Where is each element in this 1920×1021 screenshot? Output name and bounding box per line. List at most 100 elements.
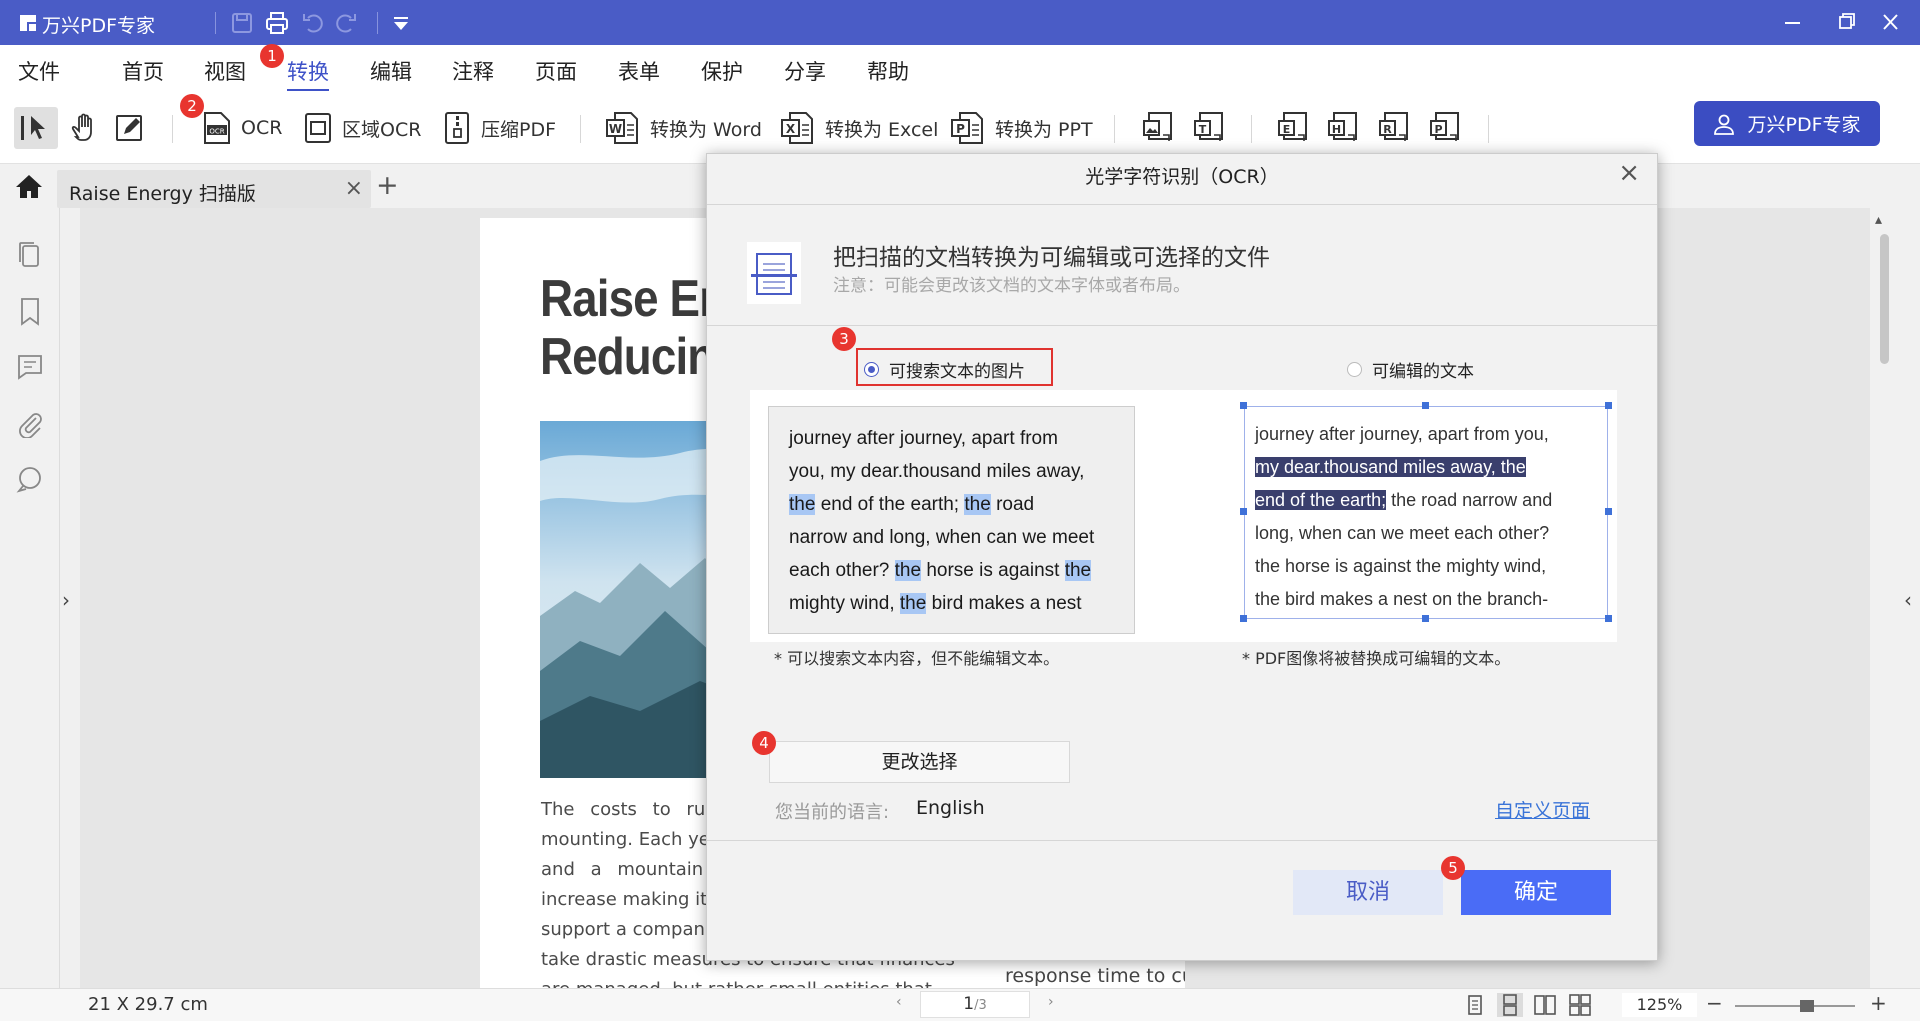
resize-handle [1605, 508, 1612, 515]
zoom-slider[interactable] [1735, 1005, 1855, 1007]
comment-panel-icon[interactable] [15, 352, 45, 382]
to-ppt-label: 转换为 PPT [995, 118, 1093, 141]
left-sidebar [0, 208, 60, 988]
change-selection-button[interactable]: 更改选择 [769, 741, 1070, 783]
ok-button[interactable]: 确定 [1461, 870, 1611, 915]
vertical-scrollbar[interactable]: ▴ [1870, 208, 1920, 988]
divider [377, 12, 378, 34]
page-number-input[interactable]: 1/3 [920, 991, 1030, 1018]
menu-comment[interactable]: 注释 [452, 56, 494, 86]
custom-pages-link[interactable]: 自定义页面 [1495, 796, 1590, 823]
customize-dropdown-icon[interactable] [388, 10, 414, 36]
preview-text: mighty wind, [789, 593, 900, 614]
convert-to-html-icon[interactable]: H [1325, 109, 1363, 147]
scrollbar-thumb[interactable] [1880, 234, 1889, 364]
svg-text:E: E [1283, 123, 1291, 136]
word-icon: W [606, 112, 638, 144]
next-page-icon[interactable]: › [1048, 994, 1054, 1010]
grid-view-icon[interactable] [1567, 993, 1593, 1017]
continuous-view-icon[interactable] [1497, 993, 1523, 1017]
divider [707, 325, 1657, 326]
menu-protect[interactable]: 保护 [701, 56, 743, 86]
menu-share[interactable]: 分享 [784, 56, 826, 86]
status-bar: 21 X 29.7 cm ‹ 1/3 › 125% − + [0, 988, 1920, 1021]
brand-account-button[interactable]: 万兴PDF专家 [1694, 101, 1880, 146]
prev-page-icon[interactable]: ‹ [896, 994, 902, 1010]
divider [580, 115, 581, 143]
divider [707, 204, 1657, 205]
zoom-slider-handle[interactable] [1800, 1000, 1814, 1012]
ppt-icon: P [951, 112, 983, 144]
zoom-level[interactable]: 125% [1622, 993, 1697, 1017]
scroll-up-icon[interactable]: ▴ [1875, 212, 1882, 228]
convert-to-ppt-button[interactable]: P 转换为 PPT [950, 111, 1093, 145]
preview-text: you, my dear.thousand miles away, [789, 461, 1085, 482]
svg-text:R: R [1383, 123, 1392, 136]
compress-pdf-button[interactable]: 压缩PDF [442, 111, 556, 145]
title-bar: 万兴PDF专家 [0, 0, 1920, 45]
resize-handle [1240, 615, 1247, 622]
preview-line: journey after journey, apart from you, [1255, 418, 1601, 451]
option-editable-text[interactable]: 可编辑的文本 [1347, 354, 1474, 384]
zoom-out-icon[interactable]: − [1706, 991, 1723, 1015]
preview-line: the bird makes a nest on the branch- [1255, 583, 1601, 616]
convert-to-text-icon[interactable]: T [1191, 109, 1229, 147]
convert-to-rtf-icon[interactable]: R [1376, 109, 1414, 147]
menu-edit[interactable]: 编辑 [370, 56, 412, 86]
menu-page[interactable]: 页面 [535, 56, 577, 86]
bookmark-icon[interactable] [15, 296, 45, 326]
menu-home[interactable]: 首页 [122, 56, 164, 86]
preview-text: each other? [789, 560, 895, 581]
ocr-button[interactable]: OCR OCR [202, 111, 282, 145]
menu-bar: 文件 首页 视图 转换 编辑 注释 页面 表单 保护 分享 帮助 [0, 45, 1920, 91]
redo-icon[interactable] [333, 10, 359, 36]
area-ocr-button[interactable]: 区域OCR [303, 111, 421, 145]
restore-icon[interactable] [1826, 8, 1866, 36]
edit-icon[interactable] [111, 109, 149, 147]
close-window-icon[interactable] [1870, 8, 1910, 36]
new-tab-icon[interactable]: + [376, 172, 399, 200]
preview-line: journey after journey, apart from [789, 422, 1120, 455]
expand-sidebar-icon[interactable]: › [62, 588, 70, 612]
select-tool-button[interactable] [14, 107, 58, 149]
search-panel-icon[interactable] [15, 464, 45, 494]
step-badge: 3 [832, 327, 856, 351]
thumbnails-icon[interactable] [15, 240, 45, 270]
convert-to-word-button[interactable]: W 转换为 Word [605, 111, 762, 145]
convert-to-epub-icon[interactable]: E [1275, 109, 1313, 147]
convert-to-image-icon[interactable] [1140, 109, 1178, 147]
hand-icon[interactable] [66, 109, 104, 147]
undo-icon[interactable] [300, 10, 326, 36]
menu-help[interactable]: 帮助 [867, 56, 909, 86]
svg-text:OCR: OCR [209, 128, 224, 136]
convert-to-excel-button[interactable]: X 转换为 Excel [780, 111, 938, 145]
area-ocr-label: 区域OCR [342, 118, 422, 141]
convert-to-pdfa-icon[interactable]: P [1427, 109, 1465, 147]
menu-file[interactable]: 文件 [18, 56, 60, 86]
search-highlight: the [899, 593, 927, 614]
menu-form[interactable]: 表单 [618, 56, 660, 86]
page-size: 21 X 29.7 cm [88, 994, 208, 1015]
menu-view[interactable]: 视图 [204, 56, 246, 86]
editable-caption: * PDF图像将被替换成可编辑的文本。 [1242, 649, 1511, 668]
resize-handle [1240, 508, 1247, 515]
save-icon[interactable] [229, 10, 255, 36]
minimize-icon[interactable] [1772, 8, 1812, 36]
dialog-close-icon[interactable]: × [1618, 160, 1640, 186]
zoom-in-icon[interactable]: + [1870, 991, 1887, 1015]
home-icon[interactable] [14, 172, 44, 200]
close-tab-icon[interactable]: × [345, 178, 363, 200]
divider [172, 115, 173, 143]
two-page-view-icon[interactable] [1532, 993, 1558, 1017]
expand-right-panel-icon[interactable]: ‹ [1904, 588, 1912, 612]
radio-editable[interactable] [1347, 361, 1362, 377]
svg-text:P: P [956, 122, 965, 136]
menu-convert[interactable]: 转换 [287, 56, 329, 91]
attachment-icon[interactable] [15, 408, 45, 438]
single-page-view-icon[interactable] [1462, 993, 1488, 1017]
language-value[interactable]: English [916, 797, 985, 819]
cancel-button[interactable]: 取消 [1293, 870, 1443, 915]
svg-text:T: T [1199, 123, 1207, 136]
document-tab[interactable]: Raise Energy 扫描版 × [57, 170, 371, 208]
print-icon[interactable] [264, 10, 290, 36]
